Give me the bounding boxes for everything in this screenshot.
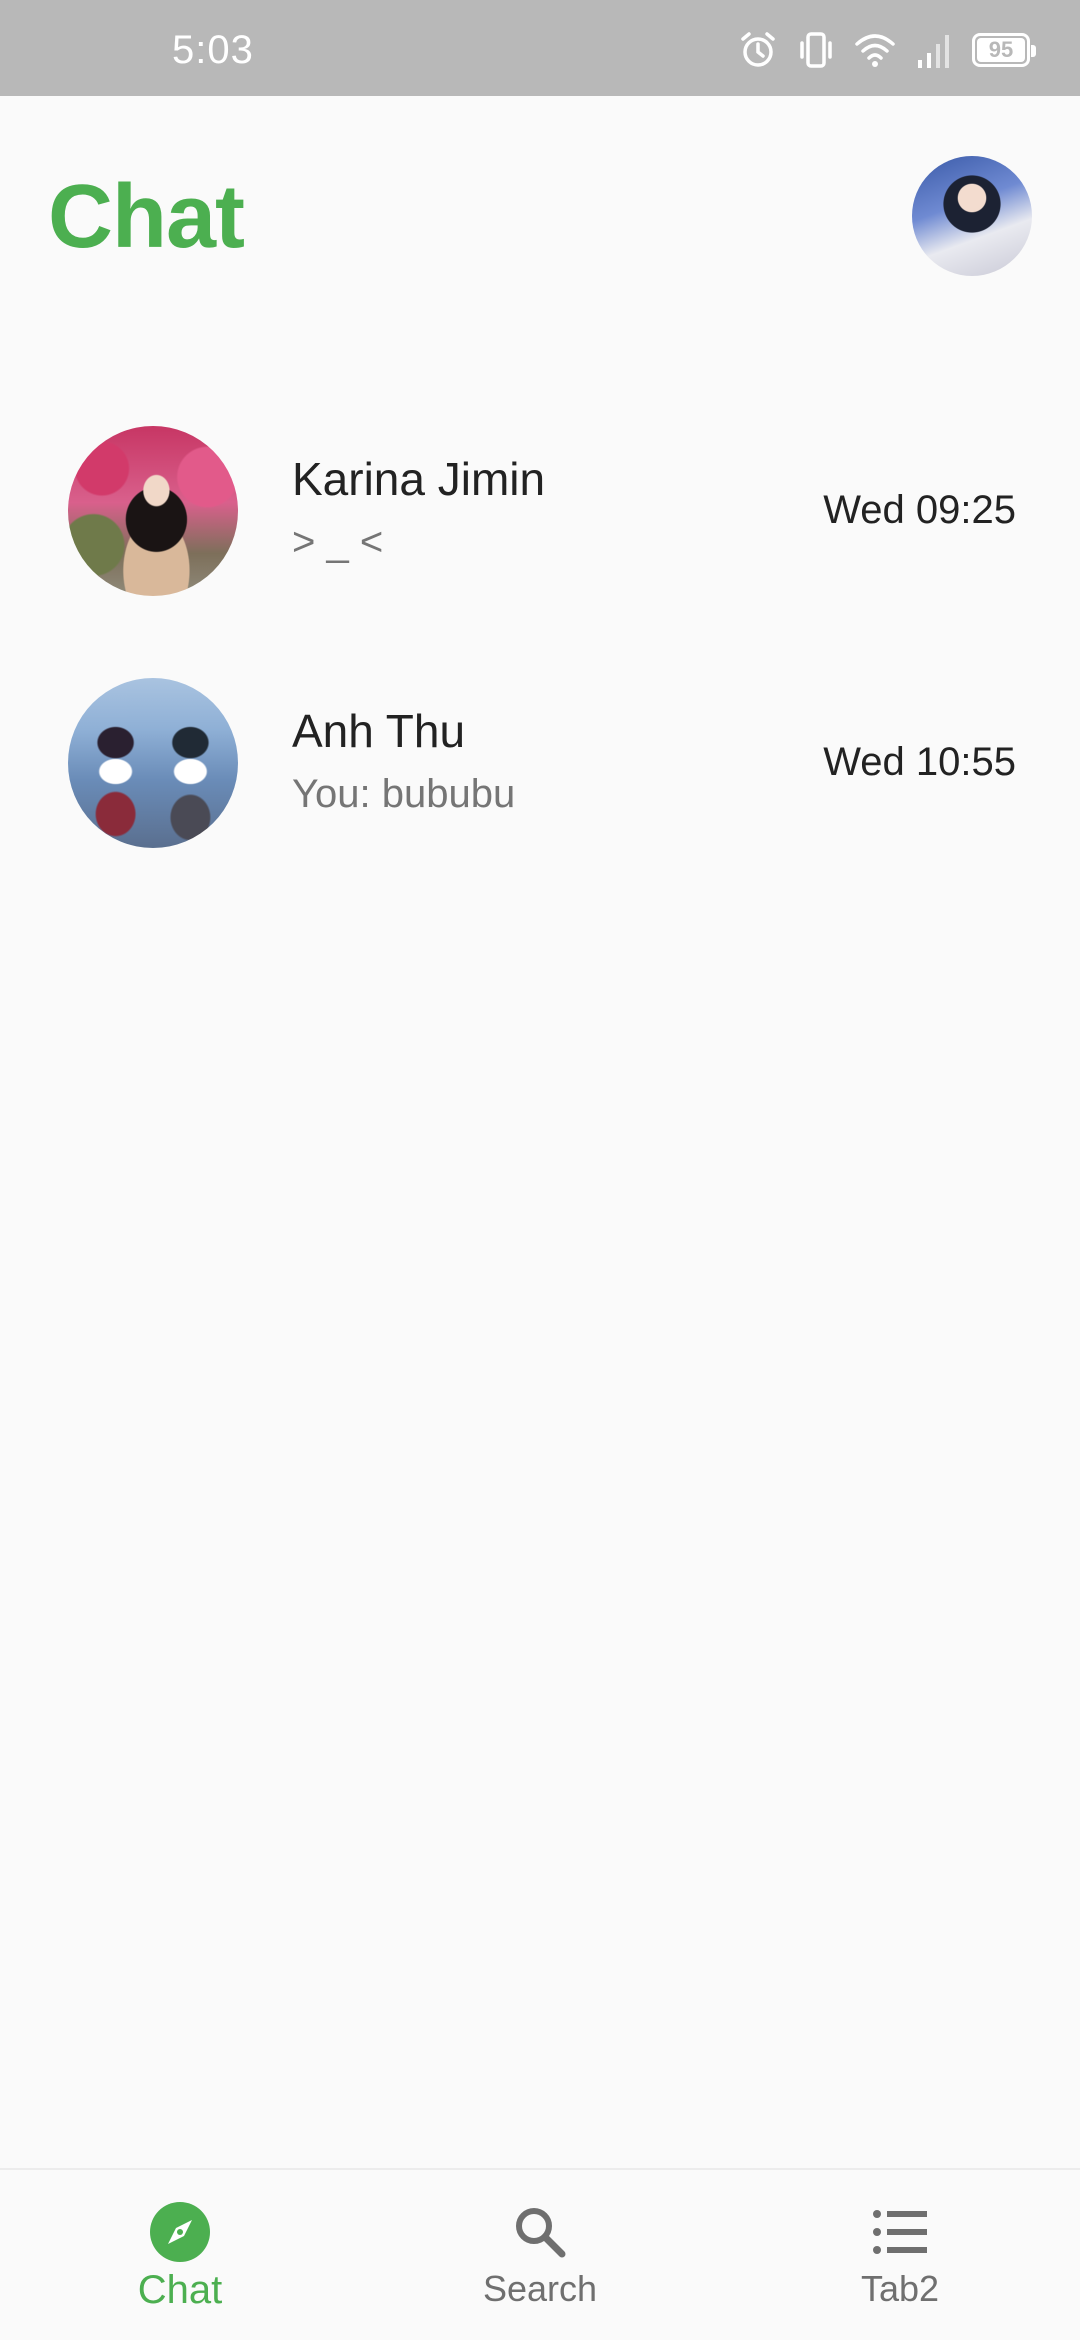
avatar [68,426,238,596]
tab-tab2[interactable]: Tab2 [720,2170,1080,2340]
bottom-nav: Chat Search Tab2 [0,2168,1080,2340]
tab-label: Search [482,2268,598,2309]
chat-preview: You: bububu [292,772,516,816]
status-bar: 5:03 95 [0,0,1080,96]
profile-avatar[interactable] [912,156,1032,276]
page-title: Chat [48,167,245,267]
avatar [68,678,238,848]
battery-level: 95 [988,37,1014,62]
battery-icon: 95 [972,33,1036,67]
status-icons: 95 [738,30,1036,70]
status-time: 5:03 [172,28,254,72]
wifi-icon [854,30,896,70]
chat-preview: > _ < [292,520,384,564]
app-header: Chat [0,96,1080,336]
chat-item-karina-jimin[interactable]: Karina Jimin > _ < Wed 09:25 [0,400,1080,652]
tab-search[interactable]: Search [360,2170,720,2340]
chat-item-anh-thu[interactable]: Anh Thu You: bububu Wed 10:55 [0,652,1080,904]
tab-chat[interactable]: Chat [0,2170,360,2340]
chat-time: Wed 10:55 [823,740,1016,784]
chat-list: Karina Jimin > _ < Wed 09:25 Anh Thu You… [0,400,1080,904]
search-icon [508,2200,572,2264]
signal-icon [916,30,952,70]
vibrate-icon [798,30,834,70]
compass-icon [148,2200,212,2264]
alarm-icon [738,30,778,70]
chat-time: Wed 09:25 [823,488,1016,532]
tab-label: Tab2 [860,2268,940,2309]
chat-name: Karina Jimin [292,453,546,505]
list-icon [868,2200,932,2264]
tab-label: Chat [137,2268,223,2312]
chat-name: Anh Thu [292,705,466,757]
